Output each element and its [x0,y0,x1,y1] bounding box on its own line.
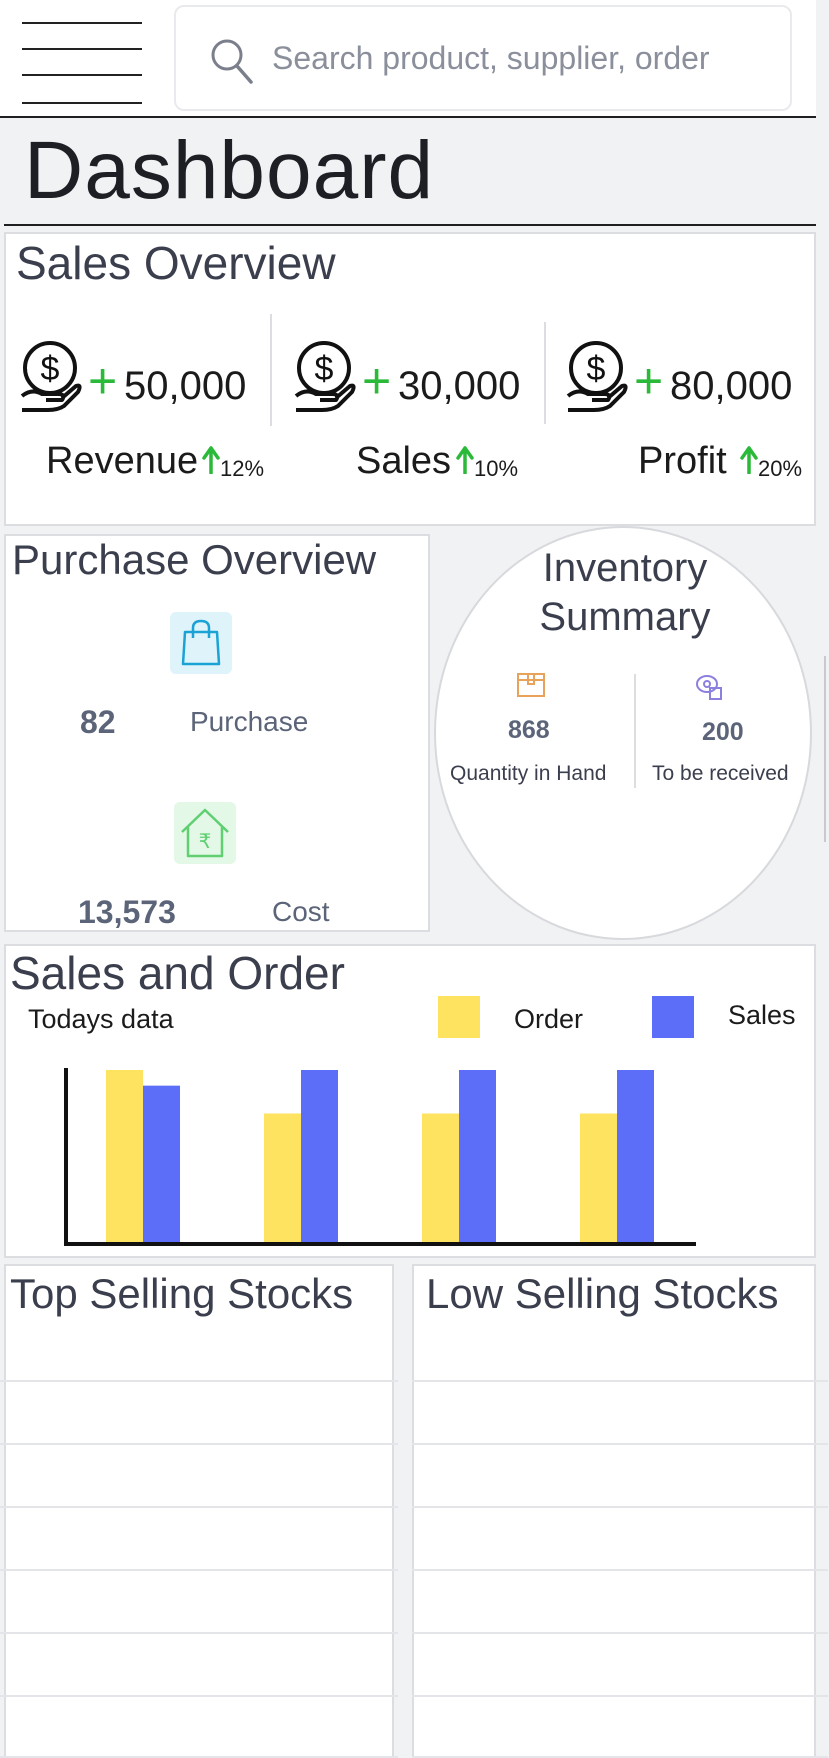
revenue-label: Revenue [46,440,199,482]
cost-label: Cost [272,896,330,927]
scrollbar[interactable] [824,656,826,842]
sales-and-order-title: Sales and Order [10,947,345,999]
search-icon [211,39,253,84]
purchase-overview-card: Purchase Overview 82 Purchase ₹ 13,573 C… [4,534,430,932]
top-bar [0,0,816,118]
profit-label: Profit [638,440,727,482]
sales-change: 10% [474,456,519,481]
title-bar: Dashboard [4,120,816,226]
legend-swatch-order [438,996,480,1038]
bar-order-4 [580,1113,617,1244]
bar-order-3 [422,1113,459,1244]
plus-sign: + [88,353,118,409]
table-row-divider [412,1443,828,1445]
low-selling-stocks-card: Low Selling Stocks [412,1264,816,1758]
arrow-up-icon [456,446,474,474]
plus-sign: + [362,353,392,409]
shopping-bag-icon [181,619,221,666]
bar-sales-1 [143,1085,180,1244]
bar-order-1 [106,1070,143,1244]
divider [634,674,636,788]
plus-sign: + [634,353,664,409]
sales-order-bar-chart [64,1068,696,1246]
revenue-change: 12% [220,456,265,481]
table-row-divider [412,1506,828,1508]
top-selling-title: Top Selling Stocks [10,1270,354,1317]
table-row-divider [412,1632,828,1634]
menu-icon[interactable] [22,22,142,104]
dollar-hand-icon: $ [20,341,82,412]
dollar-hand-icon: $ [294,341,356,412]
table-row-divider [0,1506,398,1508]
divider [544,322,546,424]
to-be-received-label: To be received [652,762,789,785]
arrow-up-icon [740,446,758,474]
page-title: Dashboard [24,125,435,216]
top-selling-stocks-card: Top Selling Stocks [4,1264,394,1758]
profit-value: 80,000 [670,364,793,408]
table-row-divider [0,1569,398,1571]
cost-value: 13,573 [78,894,176,930]
inventory-title-line2: Summary [539,595,711,639]
table-row-divider [412,1569,828,1571]
inventory-summary-card: Inventory Summary 868 Quantity in Hand 2… [434,526,812,940]
table-row-divider [412,1695,828,1697]
table-row-divider [0,1443,398,1445]
cost-icon-badge: ₹ [174,802,236,864]
bar-sales-2 [301,1070,338,1244]
search-input[interactable] [272,35,782,81]
profit-change: 20% [758,456,803,481]
svg-text:$: $ [315,350,334,388]
sales-value: 30,000 [398,364,521,408]
rupee-house-icon: ₹ [181,808,229,858]
box-icon [517,673,545,697]
svg-text:₹: ₹ [199,829,212,853]
quantity-in-hand-value: 868 [508,716,550,744]
svg-text:$: $ [41,350,60,388]
legend-label-sales[interactable]: Sales [728,1000,796,1031]
revenue-value: 50,000 [124,364,247,408]
bar-sales-3 [459,1070,496,1244]
quantity-in-hand-label: Quantity in Hand [450,762,607,785]
divider [270,314,272,426]
chart-subtitle: Todays data [28,1004,174,1034]
table-row-divider [412,1380,828,1382]
table-row-divider [0,1380,398,1382]
sales-label: Sales [356,440,452,482]
sales-overview-title: Sales Overview [16,237,336,289]
purchase-value: 82 [80,704,116,740]
purchase-label: Purchase [190,706,309,737]
sales-overview-card: Sales Overview $ + 50,000 Revenue 12% $ … [4,232,816,526]
low-selling-title: Low Selling Stocks [426,1270,779,1317]
search-bar[interactable] [174,5,792,111]
bar-order-2 [264,1113,301,1244]
table-row-divider [0,1632,398,1634]
bar-sales-4 [617,1070,654,1244]
dollar-hand-icon: $ [566,341,628,412]
inventory-title-line1: Inventory [542,546,708,590]
arrow-up-icon [202,446,220,474]
purchase-icon-badge [170,612,232,674]
legend-label-order[interactable]: Order [514,1004,583,1035]
table-row-divider [0,1695,398,1697]
to-be-received-value: 200 [702,718,744,746]
svg-text:$: $ [587,350,606,388]
purchase-overview-title: Purchase Overview [12,536,377,583]
sales-and-order-card: Sales and Order Todays data Order Sales [4,944,816,1258]
legend-swatch-sales [652,996,694,1038]
location-package-icon [696,675,722,700]
